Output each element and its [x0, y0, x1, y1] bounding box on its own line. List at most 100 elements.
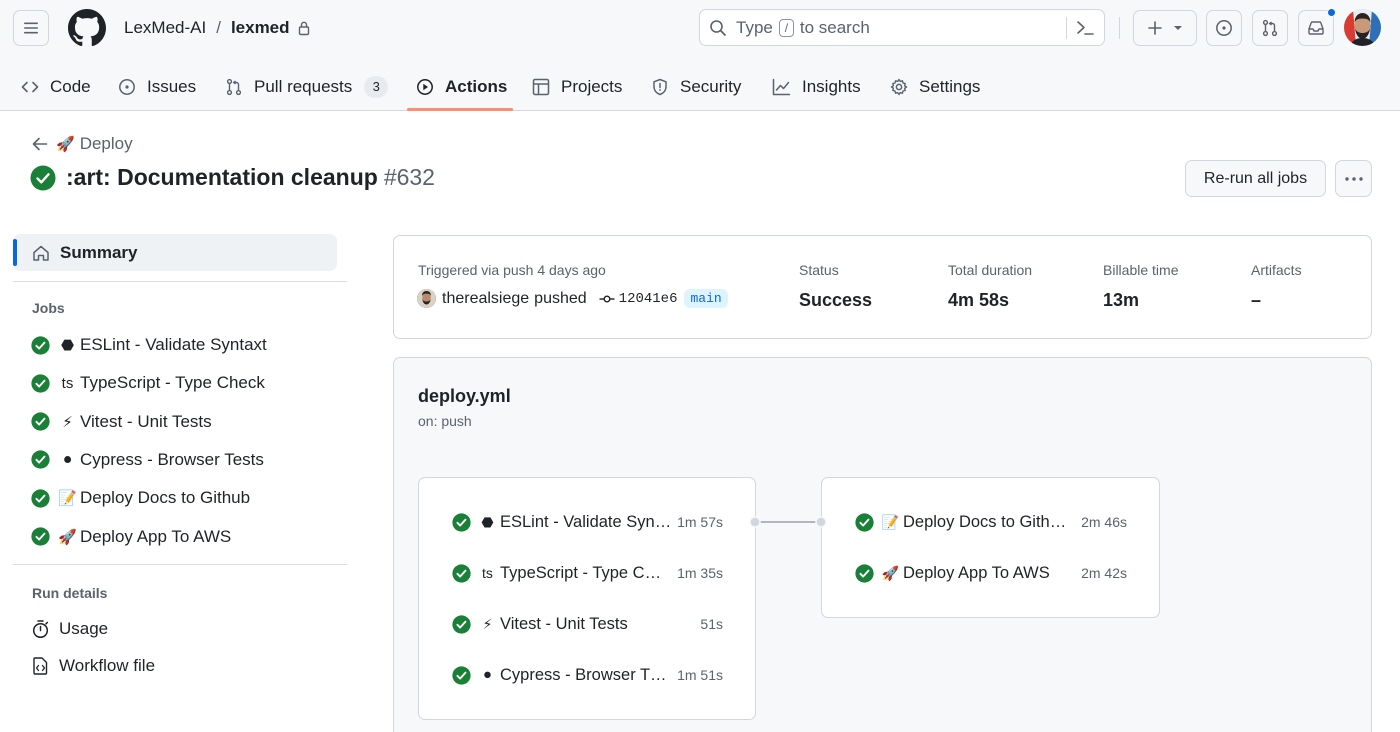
tab-pull-requests[interactable]: Pull requests 3	[225, 62, 389, 111]
git-commit-icon	[599, 295, 615, 302]
branch-label[interactable]: main	[684, 289, 728, 308]
success-check-icon	[31, 527, 50, 546]
sidebar-job-item[interactable]: 📝 Deploy Docs to Github	[31, 486, 250, 510]
menu-button[interactable]	[13, 10, 49, 46]
command-palette-icon[interactable]	[1076, 19, 1095, 37]
pull-requests-button[interactable]	[1252, 10, 1288, 46]
tab-settings[interactable]: Settings	[890, 62, 980, 111]
graph-job-node[interactable]: ⬣ ESLint - Validate Syn… 1m 57s	[419, 510, 755, 534]
graph-job-name: 🚀 Deploy App To AWS	[882, 564, 1074, 583]
artifacts-stat: Artifacts –	[1251, 262, 1302, 311]
graph-job-name: 📝 Deploy Docs to Gith…	[882, 513, 1074, 532]
sidebar-job-label: Deploy App To AWS	[80, 526, 232, 546]
sidebar-job-label: Cypress - Browser Tests	[80, 449, 264, 469]
tab-security[interactable]: Security	[651, 62, 741, 111]
active-tab-indicator	[407, 108, 513, 111]
workflow-back-link[interactable]: 🚀 Deploy	[32, 134, 133, 154]
sidebar-item-workflow-file-label: Workflow file	[59, 656, 156, 675]
duration-stat: Total duration 4m 58s	[948, 262, 1032, 311]
repo-link[interactable]: lexmed	[231, 17, 290, 39]
owner-link[interactable]: LexMed-AI	[124, 17, 206, 39]
issues-button[interactable]	[1206, 10, 1242, 46]
graph-job-name: ⚫ Cypress - Browser T…	[479, 666, 675, 685]
user-avatar[interactable]	[1344, 9, 1381, 46]
graph-job-node[interactable]: 📝 Deploy Docs to Gith… 2m 46s	[822, 510, 1159, 534]
sidebar-divider	[13, 281, 347, 282]
graph-job-node[interactable]: ⚫ Cypress - Browser T… 1m 51s	[419, 663, 755, 687]
success-check-icon	[452, 513, 471, 532]
success-check-icon	[855, 564, 874, 583]
artifacts-label: Artifacts	[1251, 262, 1302, 278]
sidebar-job-item[interactable]: ⚡ Vitest - Unit Tests	[31, 410, 212, 434]
table-icon	[532, 78, 550, 95]
graph-job-duration: 1m 51s	[677, 667, 723, 683]
sidebar-divider	[13, 564, 347, 565]
sidebar-job-item[interactable]: ⚫ Cypress - Browser Tests	[31, 448, 264, 472]
workflow-name: Deploy	[79, 134, 133, 153]
status-stat: Status Success	[799, 262, 872, 311]
duration-label: Total duration	[948, 262, 1033, 278]
graph-job-duration: 2m 42s	[1081, 565, 1127, 581]
job-emoji-icon: ⬣	[481, 513, 494, 530]
sidebar-job-label: ESLint - Validate Syntaxt	[80, 335, 267, 354]
home-icon	[33, 245, 49, 261]
success-check-icon	[31, 412, 50, 431]
tab-actions[interactable]: Actions	[416, 62, 507, 111]
header-divider	[1119, 17, 1120, 39]
github-logo-icon[interactable]	[68, 9, 106, 47]
sidebar-job-item[interactable]: ⬣ ESLint - Validate Syntaxt	[31, 333, 267, 357]
graph-job-duration: 51s	[700, 616, 723, 632]
sidebar-job-label: Vitest - Unit Tests	[80, 411, 212, 431]
graph-job-label: TypeScript - Type C…	[500, 563, 662, 582]
search-shortcut-key: /	[778, 18, 794, 37]
graph-job-label: Vitest - Unit Tests	[500, 614, 628, 633]
sidebar-item-usage[interactable]: Usage	[31, 619, 108, 639]
stopwatch-icon	[32, 620, 49, 639]
status-label: Status	[799, 262, 839, 278]
create-new-button[interactable]	[1133, 10, 1197, 46]
artifacts-value: –	[1251, 290, 1262, 310]
graph-job-label: Deploy Docs to Gith…	[903, 512, 1067, 531]
pull-request-icon	[226, 78, 242, 95]
search-input[interactable]: Type / to search	[699, 9, 1105, 46]
duration-value: 4m 58s	[948, 290, 1010, 310]
inbox-button[interactable]	[1298, 8, 1336, 46]
sidebar-job-item[interactable]: 🚀 Deploy App To AWS	[31, 525, 231, 549]
rerun-all-jobs-button[interactable]: Re-run all jobs	[1185, 160, 1326, 197]
graph-job-node[interactable]: ts TypeScript - Type C… 1m 35s	[419, 561, 755, 585]
search-placeholder-suffix: to search	[799, 17, 870, 37]
run-number: #632	[383, 164, 435, 190]
kebab-horizontal-icon	[1344, 176, 1363, 181]
job-emoji-icon: 🚀	[882, 564, 900, 581]
billable-value: 13m	[1103, 290, 1140, 310]
job-emoji-icon: ⬣	[60, 337, 75, 354]
push-info: therealsiege pushed 12041e6 main	[417, 289, 728, 308]
sidebar-job-item[interactable]: ts TypeScript - Type Check	[31, 371, 265, 395]
commit-link[interactable]: 12041e6	[599, 291, 677, 307]
tab-projects-label: Projects	[561, 76, 623, 96]
sidebar-item-workflow-file[interactable]: Workflow file	[31, 656, 155, 676]
graph-job-name: ⬣ ESLint - Validate Syn…	[479, 513, 675, 532]
success-check-icon	[855, 513, 874, 532]
tab-issues[interactable]: Issues	[118, 62, 196, 111]
play-icon	[417, 78, 433, 95]
notification-dot	[1327, 8, 1336, 17]
actor-avatar[interactable]	[417, 289, 436, 308]
sidebar-job-label: Deploy Docs to Github	[80, 488, 251, 508]
graph-job-duration: 1m 57s	[677, 514, 723, 530]
more-options-button[interactable]	[1335, 160, 1372, 197]
tab-settings-label: Settings	[919, 76, 981, 96]
graph-icon	[772, 78, 791, 95]
graph-job-node[interactable]: ⚡ Vitest - Unit Tests 51s	[419, 612, 755, 636]
tab-insights[interactable]: Insights	[772, 62, 861, 111]
caret-down-icon	[1174, 26, 1182, 30]
search-placeholder-prefix: Type	[736, 17, 773, 37]
tab-code[interactable]: Code	[21, 62, 91, 111]
actor-name[interactable]: therealsiege	[442, 290, 529, 308]
sidebar-item-summary[interactable]: Summary	[13, 234, 337, 271]
graph-job-node[interactable]: 🚀 Deploy App To AWS 2m 42s	[822, 561, 1159, 585]
success-check-icon	[452, 564, 471, 583]
tab-projects[interactable]: Projects	[532, 62, 622, 111]
tab-insights-label: Insights	[802, 76, 861, 96]
job-group-stage-1: ⬣ ESLint - Validate Syn… 1m 57s ts TypeScrip…	[418, 477, 756, 720]
